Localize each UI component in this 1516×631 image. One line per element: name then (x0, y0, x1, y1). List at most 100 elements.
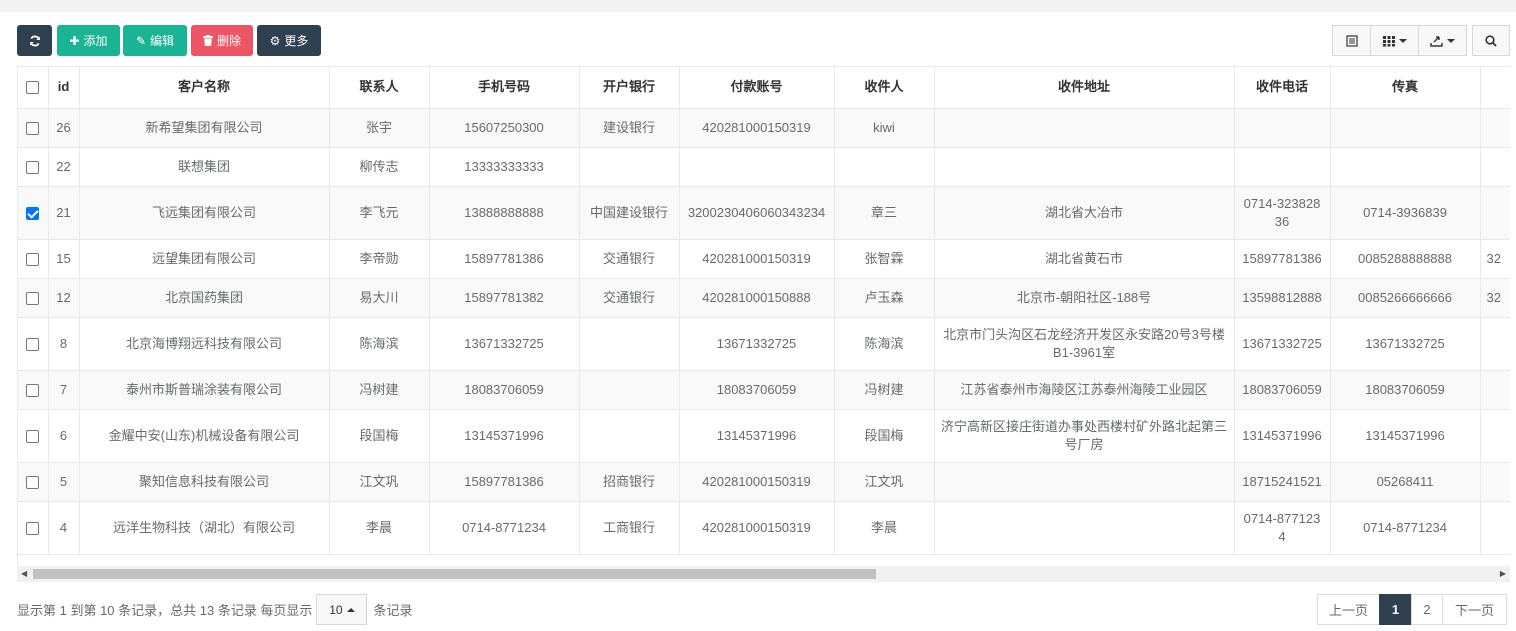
cell-id: 12 (48, 278, 80, 318)
row-checkbox[interactable] (26, 475, 40, 489)
table-row[interactable]: 5 聚知信息科技有限公司 江文巩 15897781386 招商银行 42028100015… (18, 462, 1510, 502)
cell-phone: 13598812888 (1234, 278, 1331, 318)
cell-mobile: 15897781386 (429, 239, 580, 279)
page-button-1[interactable]: 1 (1379, 594, 1412, 625)
cell-extra (1480, 147, 1510, 187)
page-size-dropdown[interactable]: 10 (316, 594, 368, 625)
scrollbar-thumb[interactable] (33, 569, 876, 579)
column-header[interactable]: 联系人 (329, 67, 430, 109)
cell-bank: 建设银行 (579, 108, 680, 148)
plus-icon: ✚ (69, 33, 80, 48)
cell-fax: 0714-3936839 (1330, 186, 1481, 240)
scroll-left-icon[interactable]: ◀ (21, 569, 27, 578)
more-button[interactable]: ⚙ 更多 (257, 25, 321, 56)
cell-name: 远洋生物科技（湖北）有限公司 (79, 501, 330, 555)
table-row[interactable]: 7 泰州市斯普瑞涂装有限公司 冯树建 18083706059 18083706059 冯树… (18, 370, 1510, 410)
table-row[interactable]: 4 远洋生物科技（湖北）有限公司 李晨 0714-8771234 工商银行 4202810… (18, 501, 1510, 555)
row-checkbox[interactable] (26, 160, 40, 174)
column-header[interactable]: 收件地址 (934, 67, 1235, 109)
export-dropdown[interactable] (1418, 25, 1467, 56)
next-page-button[interactable]: 下一页 (1442, 594, 1507, 625)
toggle-view-button[interactable] (1332, 25, 1371, 56)
row-checkbox[interactable] (26, 521, 40, 535)
columns-dropdown[interactable] (1370, 25, 1419, 56)
search-button[interactable] (1472, 25, 1510, 56)
cell-id: 4 (48, 501, 80, 555)
cell-address: 湖北省大冶市 (934, 186, 1235, 240)
cell-contact: 李晨 (329, 501, 430, 555)
table-row[interactable]: 22 联想集团 柳传志 13333333333 (18, 147, 1510, 187)
column-header[interactable]: 收件人 (834, 67, 935, 109)
cell-address (934, 147, 1235, 187)
cell-name: 泰州市斯普瑞涂装有限公司 (79, 370, 330, 410)
row-checkbox-cell[interactable] (18, 108, 49, 148)
select-all-checkbox[interactable] (26, 81, 40, 95)
row-checkbox-cell[interactable] (18, 370, 49, 410)
cell-id: 15 (48, 239, 80, 279)
prev-page-button[interactable]: 上一页 (1317, 594, 1380, 625)
cell-bank (579, 409, 680, 463)
column-header[interactable]: 开户银行 (579, 67, 680, 109)
column-header[interactable]: 传真 (1330, 67, 1481, 109)
select-all-checkbox-cell[interactable] (18, 67, 49, 109)
page-button-2[interactable]: 2 (1411, 594, 1443, 625)
cell-receiver: 卢玉森 (834, 278, 935, 318)
row-checkbox-cell[interactable] (18, 147, 49, 187)
horizontal-scrollbar[interactable]: ◀ ▶ (17, 566, 1510, 582)
cell-contact: 张宇 (329, 108, 430, 148)
row-checkbox[interactable] (26, 291, 40, 305)
row-checkbox[interactable] (26, 429, 40, 443)
row-checkbox[interactable] (26, 252, 40, 266)
cell-receiver: kiwi (834, 108, 935, 148)
cell-contact: 冯树建 (329, 370, 430, 410)
cell-phone: 15897781386 (1234, 239, 1331, 279)
column-header[interactable]: 付款账号 (679, 67, 835, 109)
row-checkbox[interactable] (26, 337, 40, 351)
table-row[interactable]: 6 金耀中安(山东)机械设备有限公司 段国梅 13145371996 131453719… (18, 409, 1510, 463)
refresh-button[interactable] (17, 25, 52, 56)
cell-name: 北京海博翔远科技有限公司 (79, 317, 330, 371)
row-checkbox[interactable] (26, 121, 40, 135)
row-checkbox-cell[interactable] (18, 239, 49, 279)
cell-mobile: 13671332725 (429, 317, 580, 371)
column-header[interactable]: 手机号码 (429, 67, 580, 109)
cell-extra (1480, 108, 1510, 148)
row-checkbox-cell[interactable] (18, 409, 49, 463)
row-checkbox[interactable] (26, 383, 40, 397)
cell-contact: 江文巩 (329, 462, 430, 502)
cell-fax: 05268411 (1330, 462, 1481, 502)
cell-fax: 18083706059 (1330, 370, 1481, 410)
table-row[interactable]: 21 飞远集团有限公司 李飞元 13888888888 中国建设银行 3200230406… (18, 186, 1510, 240)
add-button[interactable]: ✚ 添加 (57, 25, 120, 56)
cell-id: 22 (48, 147, 80, 187)
row-checkbox-cell[interactable] (18, 186, 49, 240)
table-row[interactable]: 15 远望集团有限公司 李帝勋 15897781386 交通银行 420281000150… (18, 239, 1510, 279)
cell-name: 金耀中安(山东)机械设备有限公司 (79, 409, 330, 463)
row-checkbox-cell[interactable] (18, 501, 49, 555)
column-header[interactable]: id (48, 67, 80, 109)
cell-id: 21 (48, 186, 80, 240)
table-row[interactable]: 26 新希望集团有限公司 张宇 15607250300 建设银行 420281000150… (18, 108, 1510, 148)
cell-name: 飞远集团有限公司 (79, 186, 330, 240)
cell-extra (1480, 409, 1510, 463)
column-header[interactable]: 客户名称 (79, 67, 330, 109)
cell-mobile: 15607250300 (429, 108, 580, 148)
cell-receiver: 冯树建 (834, 370, 935, 410)
cell-extra: 32 (1480, 239, 1510, 279)
delete-button[interactable]: 删除 (191, 25, 253, 56)
table-row[interactable]: 8 北京海博翔远科技有限公司 陈海滨 13671332725 13671332725 陈海… (18, 317, 1510, 371)
cell-id: 26 (48, 108, 80, 148)
cell-address: 济宁高新区接庄街道办事处西楼村矿外路北起第三号厂房 (934, 409, 1235, 463)
row-checkbox-cell[interactable] (18, 278, 49, 318)
column-header[interactable]: 收件电话 (1234, 67, 1331, 109)
row-checkbox-cell[interactable] (18, 317, 49, 371)
row-checkbox[interactable] (26, 206, 40, 220)
cell-account: 420281000150319 (679, 501, 835, 555)
cell-contact: 李飞元 (329, 186, 430, 240)
scroll-right-icon[interactable]: ▶ (1500, 569, 1506, 578)
cell-bank (579, 147, 680, 187)
table-row[interactable]: 12 北京国药集团 易大川 15897781382 交通银行 42028100015088… (18, 278, 1510, 318)
edit-button[interactable]: ✎ 编辑 (123, 25, 187, 56)
row-checkbox-cell[interactable] (18, 462, 49, 502)
cell-address: 北京市-朝阳社区-188号 (934, 278, 1235, 318)
